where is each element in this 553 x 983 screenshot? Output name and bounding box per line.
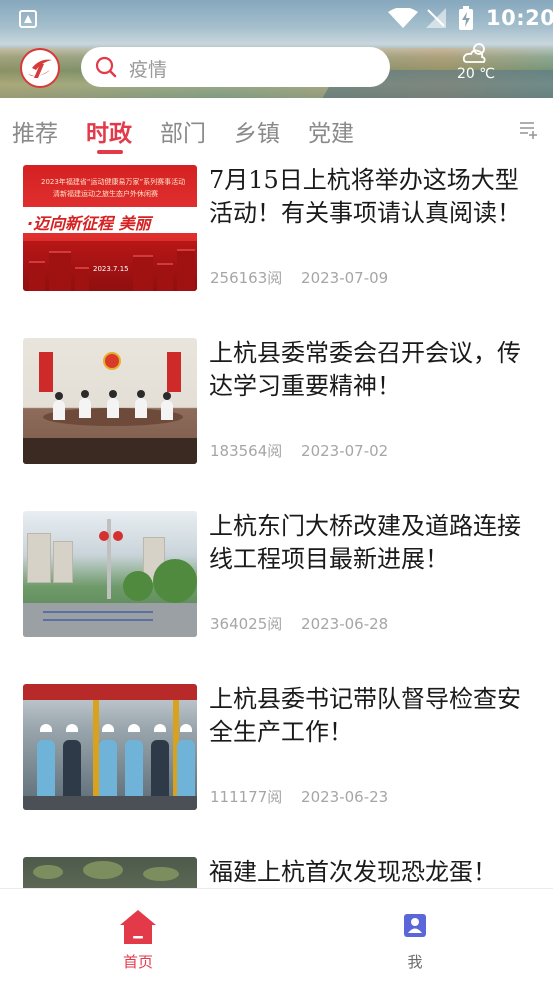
article-meta: 256163阅 2023-07-09 — [210, 267, 388, 288]
list-item[interactable]: 上杭县委书记带队督导检查安全生产工作！ 111177阅 2023-06-23 — [0, 679, 553, 852]
tab-departments[interactable]: 部门 — [160, 114, 206, 148]
article-thumbnail[interactable] — [23, 684, 197, 810]
tab-towns[interactable]: 乡镇 — [234, 114, 280, 148]
app-logo[interactable] — [20, 48, 60, 88]
search-input[interactable]: 疫情 — [81, 47, 390, 87]
nav-me-label: 我 — [407, 953, 423, 971]
publish-date: 2023-07-02 — [301, 442, 389, 460]
thumbnail-banner-text: ·迈向新征程 美丽 — [27, 214, 151, 233]
no-signal-icon — [426, 8, 446, 28]
read-count: 256163阅 — [210, 269, 283, 287]
emblem-icon — [103, 352, 121, 370]
publish-date: 2023-07-09 — [301, 269, 389, 287]
publish-date: 2023-06-28 — [301, 615, 389, 633]
article-thumbnail[interactable]: 2023年福建省“运动健康易万家”系列赛事活动 清新福建运动之旅生态户外休闲赛 … — [23, 165, 197, 291]
battery-charging-icon — [459, 6, 473, 30]
wifi-icon — [388, 8, 418, 28]
article-meta: 183564阅 2023-07-02 — [210, 440, 388, 461]
article-title[interactable]: 上杭东门大桥改建及道路连接线工程项目最新进展！ — [209, 510, 529, 576]
read-count: 183564阅 — [210, 442, 283, 460]
article-thumbnail[interactable] — [23, 857, 197, 888]
status-bar: 10:20 — [0, 0, 553, 38]
article-meta: 364025阅 2023-06-28 — [210, 613, 388, 634]
home-icon — [120, 910, 156, 944]
thumbnail-caption: 清新福建运动之旅生态户外休闲赛 — [53, 190, 158, 198]
search-placeholder: 疫情 — [129, 59, 168, 81]
partly-cloudy-icon — [463, 43, 486, 63]
list-item[interactable]: 2023年福建省“运动健康易万家”系列赛事活动 清新福建运动之旅生态户外休闲赛 … — [0, 160, 553, 333]
weather-widget[interactable]: 20 ℃ — [446, 42, 506, 92]
thumbnail-caption: 2023年福建省“运动健康易万家”系列赛事活动 — [41, 178, 186, 186]
nav-home-label: 首页 — [122, 953, 153, 971]
read-count: 364025阅 — [210, 615, 283, 633]
search-icon — [95, 56, 117, 78]
article-list: 2023年福建省“运动健康易万家”系列赛事活动 清新福建运动之旅生态户外休闲赛 … — [0, 160, 553, 888]
list-item[interactable]: 福建上杭首次发现恐龙蛋！ — [0, 852, 553, 888]
article-title[interactable]: 上杭县委书记带队督导检查安全生产工作！ — [209, 683, 529, 749]
notification-icon — [19, 10, 37, 28]
article-thumbnail[interactable] — [23, 511, 197, 637]
article-title[interactable]: 上杭县委常委会召开会议，传达学习重要精神！ — [209, 337, 529, 403]
publish-date: 2023-06-23 — [301, 788, 389, 806]
channel-manage-icon[interactable] — [518, 120, 538, 140]
weather-temperature: 20 ℃ — [457, 66, 495, 82]
category-tabs: 推荐 时政 部门 乡镇 党建 — [0, 98, 553, 160]
read-count: 111177阅 — [210, 788, 283, 806]
active-tab-indicator — [97, 150, 123, 154]
tab-party-building[interactable]: 党建 — [308, 114, 354, 148]
nav-home[interactable]: 首页 — [78, 889, 198, 983]
profile-icon — [404, 914, 426, 937]
thumbnail-date: 2023.7.15 — [93, 265, 129, 273]
article-title[interactable]: 7月15日上杭将举办这场大型活动！有关事项请认真阅读！ — [209, 164, 529, 230]
status-time: 10:20 — [486, 6, 553, 30]
list-item[interactable]: 上杭县委常委会召开会议，传达学习重要精神！ 183564阅 2023-07-02 — [0, 333, 553, 506]
tab-politics[interactable]: 时政 — [86, 114, 132, 148]
app-header: 10:20 疫情 20 ℃ — [0, 0, 553, 98]
article-thumbnail[interactable] — [23, 338, 197, 464]
article-title[interactable]: 福建上杭首次发现恐龙蛋！ — [209, 856, 529, 888]
bottom-navigation: 首页 我 — [0, 888, 553, 983]
article-meta: 111177阅 2023-06-23 — [210, 786, 388, 807]
list-item[interactable]: 上杭东门大桥改建及道路连接线工程项目最新进展！ 364025阅 2023-06-… — [0, 506, 553, 679]
nav-me[interactable]: 我 — [355, 889, 475, 983]
logo-mark-icon — [28, 59, 52, 78]
tab-recommend[interactable]: 推荐 — [12, 114, 58, 148]
